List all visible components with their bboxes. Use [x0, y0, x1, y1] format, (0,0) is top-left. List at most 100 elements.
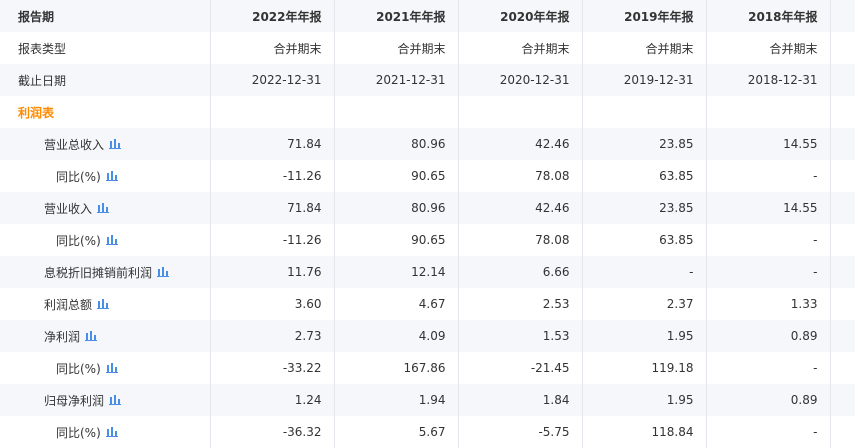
row-label-cell: 同比(%)	[0, 160, 211, 192]
cell-value: 1.24	[210, 384, 335, 416]
empty-cell	[458, 96, 583, 128]
cell-value: -33.22	[210, 352, 335, 384]
cell-value: 167.86	[334, 352, 459, 384]
row-label-cell: 归母净利润	[0, 384, 211, 416]
cell-value: 3.60	[210, 288, 335, 320]
empty-cell	[210, 96, 335, 128]
end-date-row: 截止日期 2022-12-31 2021-12-31 2020-12-31 20…	[0, 64, 855, 96]
table-row: 同比(%) -36.32 5.67 -5.75 118.84-	[0, 416, 855, 448]
cell-value: 1.53	[458, 320, 583, 352]
row-label: 截止日期	[0, 64, 211, 96]
cell-value: 11.76	[210, 256, 335, 288]
row-spacer	[830, 224, 855, 256]
row-label-cell: 同比(%)	[0, 416, 211, 448]
table-row: 同比(%) -33.22 167.86 -21.45 119.18-	[0, 352, 855, 384]
bar-chart-icon[interactable]	[105, 362, 118, 376]
cell-value: 14.55	[706, 192, 831, 224]
row-spacer	[830, 128, 855, 160]
financial-table: 报告期 2022年年报 2021年年报 2020年年报 2019年年报 2018…	[0, 0, 855, 448]
row-spacer	[830, 256, 855, 288]
row-spacer	[830, 160, 855, 192]
bar-chart-icon[interactable]	[105, 170, 118, 184]
cell-value: 合并期末	[334, 32, 459, 64]
bar-chart-icon[interactable]	[109, 138, 122, 152]
cell-value: 42.46	[458, 128, 583, 160]
row-label: 同比(%)	[56, 233, 101, 248]
row-label: 利润总额	[44, 297, 93, 312]
row-spacer	[830, 352, 855, 384]
row-spacer	[830, 416, 855, 448]
cell-value: 1.33	[706, 288, 831, 320]
cell-value: -11.26	[210, 224, 335, 256]
row-spacer	[830, 192, 855, 224]
empty-cell	[706, 96, 831, 128]
cell-value: -	[706, 416, 831, 448]
cell-value: -36.32	[210, 416, 335, 448]
table-row: 归母净利润 1.24 1.94 1.84 1.95 0.89	[0, 384, 855, 416]
bar-chart-icon[interactable]	[105, 426, 118, 440]
cell-value: 71.84	[210, 128, 335, 160]
year-header: 2018年年报	[706, 0, 831, 32]
row-label-cell: 同比(%)	[0, 224, 211, 256]
year-header: 2022年年报	[210, 0, 335, 32]
cell-value: 0.89	[706, 384, 831, 416]
bar-chart-icon[interactable]	[85, 330, 98, 344]
section-title: 利润表	[0, 96, 211, 128]
cell-value: -5.75	[458, 416, 583, 448]
data-rows: 营业总收入 71.84 80.96 42.46 23.85 14.55 同比(%) -11.2…	[0, 128, 855, 448]
row-spacer	[830, 384, 855, 416]
cell-value: -11.26	[210, 160, 335, 192]
cell-value: 4.67	[334, 288, 459, 320]
cell-value: 12.14	[334, 256, 459, 288]
cell-value: 2019-12-31	[582, 64, 707, 96]
cell-value: 2.53	[458, 288, 583, 320]
table-row: 净利润 2.73 4.09 1.53 1.95 0.89	[0, 320, 855, 352]
row-spacer	[830, 320, 855, 352]
table-row: 利润总额 3.60 4.67 2.53 2.37 1.33	[0, 288, 855, 320]
cell-value: 80.96	[334, 128, 459, 160]
table-row: 同比(%) -11.26 90.65 78.08 63.85-	[0, 160, 855, 192]
row-label-cell: 利润总额	[0, 288, 211, 320]
header-spacer	[830, 0, 855, 32]
bar-chart-icon[interactable]	[157, 266, 170, 280]
cell-value: -	[706, 256, 831, 288]
bar-chart-icon[interactable]	[105, 234, 118, 248]
cell-value: 80.96	[334, 192, 459, 224]
cell-value: 合并期末	[210, 32, 335, 64]
cell-value: 2020-12-31	[458, 64, 583, 96]
row-label: 息税折旧摊销前利润	[44, 265, 153, 280]
cell-value: 78.08	[458, 160, 583, 192]
row-label: 同比(%)	[56, 425, 101, 440]
row-spacer	[830, 96, 855, 128]
cell-value: 2.37	[582, 288, 707, 320]
cell-value: 23.85	[582, 192, 707, 224]
cell-value: 1.94	[334, 384, 459, 416]
cell-value: 118.84	[582, 416, 707, 448]
cell-value: 71.84	[210, 192, 335, 224]
row-label: 营业总收入	[44, 137, 105, 152]
row-label: 归母净利润	[44, 393, 105, 408]
cell-value: 2.73	[210, 320, 335, 352]
cell-value: 63.85	[582, 160, 707, 192]
year-header: 2020年年报	[458, 0, 583, 32]
cell-value: 1.84	[458, 384, 583, 416]
row-spacer	[830, 32, 855, 64]
cell-value: 合并期末	[582, 32, 707, 64]
bar-chart-icon[interactable]	[97, 202, 110, 216]
row-label: 同比(%)	[56, 361, 101, 376]
cell-value: 0.89	[706, 320, 831, 352]
cell-value: -	[706, 160, 831, 192]
bar-chart-icon[interactable]	[97, 298, 110, 312]
table-row: 营业收入 71.84 80.96 42.46 23.85 14.55	[0, 192, 855, 224]
cell-value: 63.85	[582, 224, 707, 256]
cell-value: 合并期末	[706, 32, 831, 64]
period-header: 报告期	[0, 0, 211, 32]
table-row: 息税折旧摊销前利润 11.76 12.14 6.66- -	[0, 256, 855, 288]
cell-value: 90.65	[334, 160, 459, 192]
cell-value: 90.65	[334, 224, 459, 256]
year-header: 2019年年报	[582, 0, 707, 32]
cell-value: 4.09	[334, 320, 459, 352]
row-label: 营业收入	[44, 201, 93, 216]
bar-chart-icon[interactable]	[109, 394, 122, 408]
empty-cell	[582, 96, 707, 128]
